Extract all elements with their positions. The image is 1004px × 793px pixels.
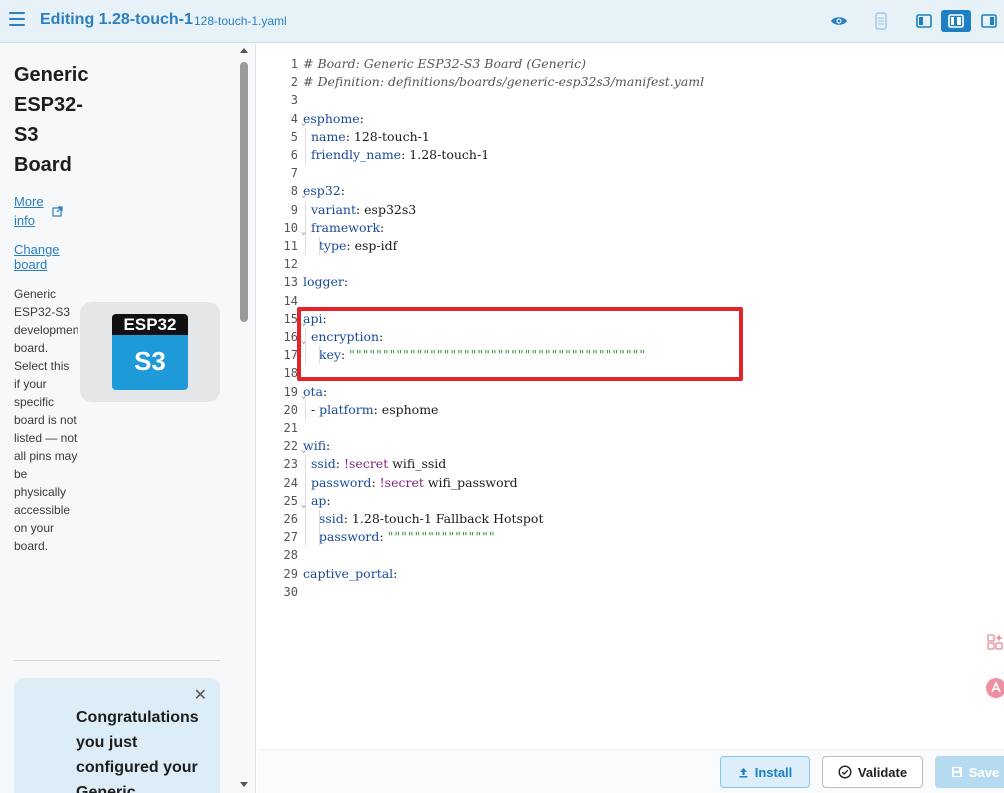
esp32-s3-chip-icon: ESP32 S3 bbox=[112, 314, 188, 390]
line-number: 30 bbox=[283, 584, 298, 599]
line-number: 3 bbox=[290, 93, 298, 108]
line-number: 11 bbox=[283, 239, 298, 253]
code-line[interactable]: esphome: bbox=[303, 110, 364, 128]
validate-label: Validate bbox=[857, 764, 908, 780]
top-bar: Editing 1.28-touch-1 128-touch-1.yaml bbox=[0, 0, 1004, 43]
code-line[interactable]: ssid: 1.28-touch-1 Fallback Hotspot bbox=[303, 510, 544, 528]
code-line[interactable]: password: """""""""""""""" bbox=[303, 528, 496, 546]
line-number: 29 bbox=[283, 566, 298, 581]
line-number: 22 bbox=[283, 439, 298, 454]
divider bbox=[14, 660, 220, 661]
close-icon[interactable]: ✕ bbox=[194, 688, 207, 704]
line-number: 12 bbox=[283, 257, 298, 272]
more-info-link[interactable]: More info bbox=[14, 192, 54, 230]
editor-area: 1 # Board: Generic ESP32-S3 Board (Generi… bbox=[257, 44, 1004, 749]
line-number: 21 bbox=[283, 421, 298, 435]
indent-guide bbox=[305, 127, 306, 165]
indent-guide bbox=[305, 455, 306, 547]
mobile-icon[interactable] bbox=[870, 10, 892, 32]
code-line[interactable]: # Definition: definitions/boards/generic… bbox=[303, 73, 704, 91]
scroll-down-arrow-icon[interactable] bbox=[240, 782, 248, 787]
assistant-icon[interactable] bbox=[985, 677, 1004, 699]
line-number: 15 bbox=[283, 311, 298, 326]
scroll-thumb[interactable] bbox=[240, 62, 248, 322]
sparkle-grid-icon[interactable] bbox=[985, 632, 1004, 654]
code-line[interactable]: captive_portal: bbox=[303, 565, 397, 583]
code-line[interactable]: framework: bbox=[303, 219, 384, 237]
indent-guide bbox=[305, 400, 306, 419]
line-number: 18 bbox=[283, 366, 298, 381]
congrats-card: ✕ Congratulations you just configured yo… bbox=[14, 678, 220, 793]
panel-split-icon[interactable] bbox=[941, 10, 971, 32]
external-link-icon[interactable] bbox=[52, 204, 63, 222]
line-number: 2 bbox=[290, 75, 298, 90]
line-number: 4 bbox=[290, 111, 298, 126]
menu-icon[interactable] bbox=[9, 12, 25, 26]
line-number: 28 bbox=[283, 548, 298, 563]
code-line[interactable]: ap: bbox=[303, 492, 331, 510]
sidebar: Generic ESP32-S3 Board More info Change … bbox=[0, 44, 256, 793]
line-number: 26 bbox=[283, 512, 298, 526]
line-number: 20 bbox=[283, 402, 298, 417]
code-line[interactable]: logger: bbox=[303, 273, 348, 291]
line-number: 24 bbox=[283, 475, 298, 490]
code-line[interactable]: friendly_name: 1.28-touch-1 bbox=[303, 146, 489, 164]
board-title: Generic ESP32-S3 Board bbox=[14, 64, 89, 176]
page-title: Editing 1.28-touch-1 bbox=[40, 11, 193, 28]
line-number: 23 bbox=[283, 457, 298, 472]
validate-button[interactable]: Validate bbox=[822, 756, 923, 788]
code-line[interactable]: wifi: bbox=[303, 437, 330, 455]
indent-guide bbox=[305, 200, 306, 256]
line-number: 25 bbox=[283, 493, 298, 508]
code-line[interactable]: - platform: esphome bbox=[303, 401, 439, 419]
scroll-up-arrow-icon[interactable] bbox=[240, 48, 248, 53]
line-number: 1 bbox=[290, 57, 298, 71]
line-number: 13 bbox=[283, 275, 298, 290]
sidebar-scrollbar[interactable] bbox=[237, 44, 251, 793]
save-icon bbox=[951, 767, 962, 777]
line-number: 5 bbox=[290, 129, 298, 144]
change-board-link[interactable]: Change board bbox=[14, 242, 64, 272]
eye-icon[interactable] bbox=[828, 10, 850, 32]
install-label: Install bbox=[754, 764, 793, 780]
line-number: 17 bbox=[283, 348, 298, 363]
code-line[interactable]: # Board: Generic ESP32-S3 Board (Generic… bbox=[303, 55, 586, 73]
code-line[interactable]: ssid: !secret wifi_ssid bbox=[303, 455, 446, 473]
indent-guide bbox=[319, 237, 320, 256]
highlight-annotation bbox=[297, 307, 743, 381]
save-button[interactable]: Save bbox=[935, 756, 1004, 788]
code-line[interactable]: name: 128-touch-1 bbox=[303, 128, 430, 146]
code-editor[interactable]: 1 # Board: Generic ESP32-S3 Board (Generi… bbox=[268, 52, 1004, 742]
board-image: ESP32 S3 bbox=[80, 302, 220, 402]
line-number: 8 bbox=[290, 184, 298, 199]
check-circle-icon bbox=[838, 765, 852, 779]
indent-guide bbox=[319, 510, 320, 547]
save-label: Save bbox=[968, 764, 1000, 780]
bottom-bar: Install Validate Save bbox=[257, 749, 1004, 793]
code-line[interactable]: variant: esp32s3 bbox=[303, 201, 416, 219]
line-number: 7 bbox=[290, 166, 298, 181]
file-name: 128-touch-1.yaml bbox=[194, 14, 287, 28]
line-number: 19 bbox=[283, 384, 298, 399]
line-number: 6 bbox=[290, 148, 298, 162]
congrats-message: Congratulations you just configured your… bbox=[76, 709, 199, 793]
line-number: 14 bbox=[283, 293, 298, 308]
panel-right-icon[interactable] bbox=[978, 10, 1000, 32]
line-number: 10 bbox=[283, 220, 298, 235]
line-number: 9 bbox=[290, 202, 298, 217]
line-number: 27 bbox=[283, 530, 298, 545]
code-line[interactable]: esp32: bbox=[303, 182, 345, 200]
code-line[interactable]: type: esp-idf bbox=[303, 237, 397, 255]
chip-label-top: ESP32 bbox=[112, 314, 188, 335]
code-line[interactable]: password: !secret wifi_password bbox=[303, 474, 518, 492]
code-line[interactable]: ota: bbox=[303, 383, 327, 401]
chip-label-bottom: S3 bbox=[134, 346, 166, 376]
install-button[interactable]: Install bbox=[720, 756, 810, 788]
panel-left-icon[interactable] bbox=[913, 10, 935, 32]
upload-icon bbox=[739, 767, 748, 777]
line-number: 16 bbox=[283, 330, 298, 344]
board-description: Generic ESP32-S3 development board. Sele… bbox=[14, 287, 78, 553]
